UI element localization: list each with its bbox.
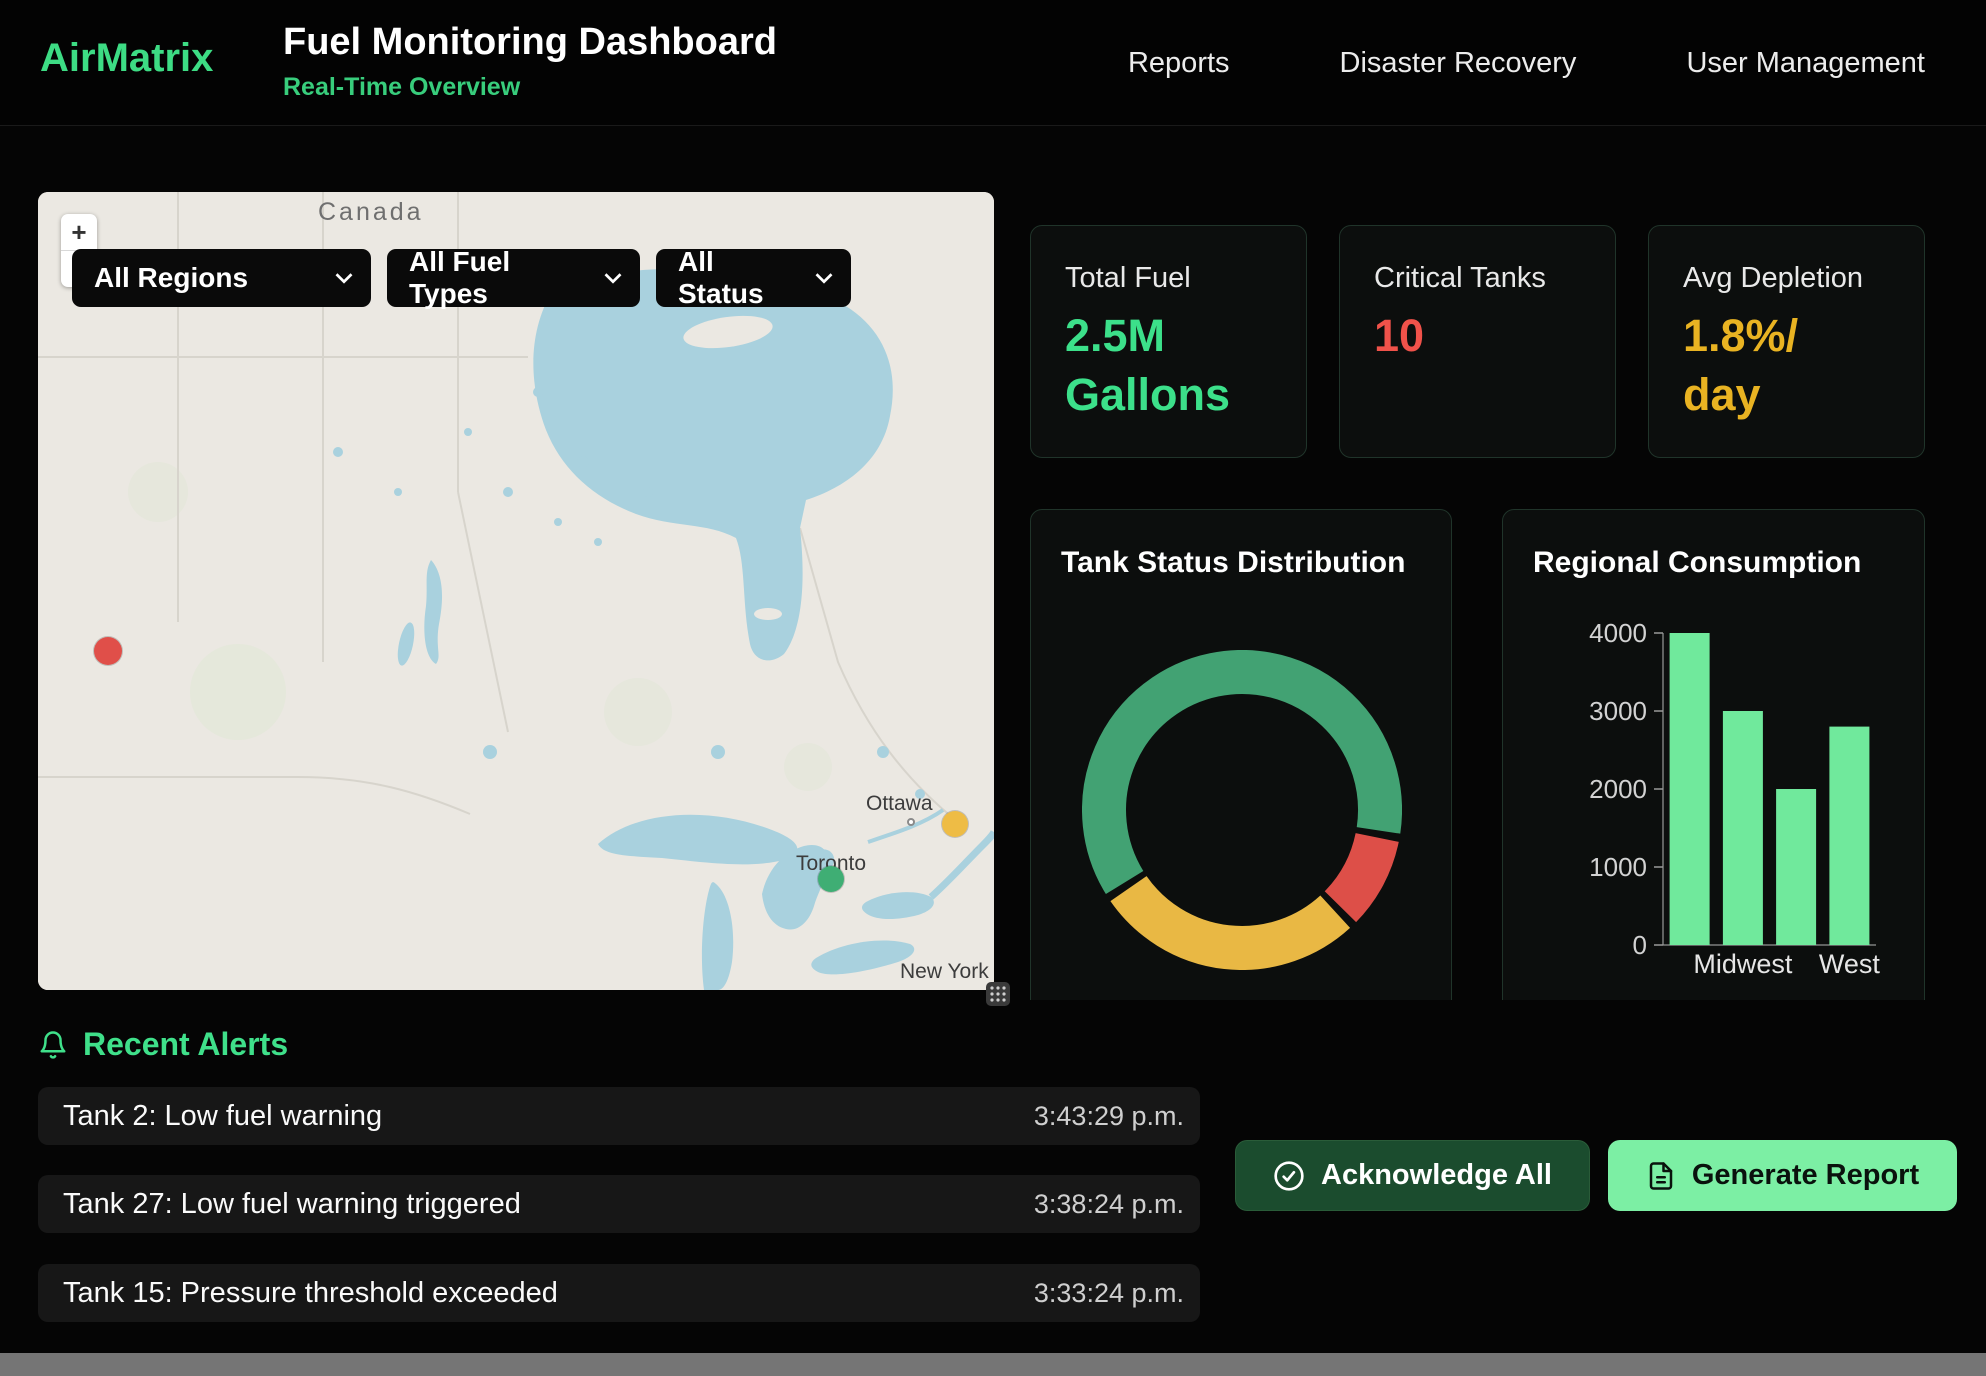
recent-alerts-heading: Recent Alerts bbox=[38, 1026, 288, 1063]
fuel-type-filter-value: All Fuel Types bbox=[409, 246, 588, 310]
resize-handle-icon[interactable] bbox=[986, 982, 1010, 1006]
alert-row[interactable]: Tank 15: Pressure threshold exceeded 3:3… bbox=[38, 1264, 1200, 1322]
alert-message: Tank 2: Low fuel warning bbox=[63, 1100, 382, 1133]
app-root: AirMatrix Fuel Monitoring Dashboard Real… bbox=[0, 0, 1986, 1376]
recent-alerts-title: Recent Alerts bbox=[83, 1026, 288, 1063]
map-label-new-york: New York bbox=[900, 960, 989, 984]
avg-depletion-value: 1.8%/​day bbox=[1683, 307, 1873, 424]
title-block: Fuel Monitoring Dashboard Real-Time Over… bbox=[283, 20, 777, 102]
y-tick-label: 0 bbox=[1633, 930, 1647, 960]
zoom-in-button[interactable]: + bbox=[61, 214, 97, 250]
nav-disaster-recovery[interactable]: Disaster Recovery bbox=[1340, 47, 1577, 80]
alert-row[interactable]: Tank 27: Low fuel warning triggered 3:38… bbox=[38, 1175, 1200, 1233]
recent-alerts-section: Recent Alerts Tank 2: Low fuel warning 3… bbox=[0, 1000, 1986, 1376]
bar-3 bbox=[1829, 727, 1869, 945]
generate-report-button[interactable]: Generate Report bbox=[1608, 1140, 1957, 1211]
acknowledge-all-button[interactable]: Acknowledge All bbox=[1235, 1140, 1590, 1211]
total-fuel-value: 2.5M Gallons bbox=[1065, 307, 1255, 424]
chart-cards: Tank Status Distribution Regional Consum… bbox=[1030, 509, 1925, 1069]
regional-consumption-card: Regional Consumption 0 1000 2000 3000 4000 Mi… bbox=[1502, 509, 1925, 1069]
document-icon bbox=[1646, 1161, 1676, 1191]
chart-title: Tank Status Distribution bbox=[1061, 546, 1405, 580]
critical-tank-marker[interactable] bbox=[94, 637, 122, 665]
y-tick-label: 3000 bbox=[1589, 696, 1647, 726]
page-subtitle: Real-Time Overview bbox=[283, 73, 777, 102]
avg-depletion-card: Avg Depletion 1.8%/​day bbox=[1648, 225, 1925, 458]
chevron-down-icon bbox=[319, 272, 353, 284]
nav-user-management[interactable]: User Management bbox=[1686, 47, 1925, 80]
bar-0 bbox=[1670, 633, 1710, 945]
chart-title: Regional Consumption bbox=[1533, 546, 1861, 580]
region-filter-value: All Regions bbox=[94, 262, 248, 294]
check-circle-icon bbox=[1273, 1160, 1305, 1192]
donut-slice-warning bbox=[1129, 889, 1336, 948]
critical-tanks-value: 10 bbox=[1374, 307, 1564, 366]
total-fuel-card: Total Fuel 2.5M Gallons bbox=[1030, 225, 1307, 458]
page-title: Fuel Monitoring Dashboard bbox=[283, 20, 777, 66]
stat-label: Avg Depletion bbox=[1683, 262, 1894, 295]
map-filter-bar: All Regions All Fuel Types All Status bbox=[72, 249, 851, 307]
main-nav: Reports Disaster Recovery User Managemen… bbox=[1128, 0, 1925, 126]
chevron-down-icon bbox=[799, 272, 833, 284]
tank-status-card: Tank Status Distribution bbox=[1030, 509, 1452, 1069]
horizontal-scrollbar[interactable] bbox=[0, 1353, 1986, 1376]
status-filter-value: All Status bbox=[678, 246, 799, 310]
fuel-type-filter-dropdown[interactable]: All Fuel Types bbox=[387, 249, 640, 307]
ottawa-city-dot bbox=[907, 818, 915, 826]
generate-report-label: Generate Report bbox=[1692, 1159, 1919, 1192]
y-tick-label: 1000 bbox=[1589, 852, 1647, 882]
alert-timestamp: 3:43:29 p.m. bbox=[1034, 1101, 1184, 1132]
x-category-label: West bbox=[1819, 949, 1881, 979]
bar-2 bbox=[1776, 789, 1816, 945]
stat-label: Total Fuel bbox=[1065, 262, 1276, 295]
warning-tank-marker[interactable] bbox=[942, 811, 968, 837]
tank-status-donut-chart bbox=[1082, 650, 1402, 970]
status-filter-dropdown[interactable]: All Status bbox=[656, 249, 851, 307]
header: AirMatrix Fuel Monitoring Dashboard Real… bbox=[0, 0, 1986, 126]
bar-1 bbox=[1723, 711, 1763, 945]
nav-reports[interactable]: Reports bbox=[1128, 47, 1230, 80]
regional-consumption-bar-chart: 0 1000 2000 3000 4000 Midwest West bbox=[1503, 620, 1926, 1000]
alert-message: Tank 27: Low fuel warning triggered bbox=[63, 1188, 521, 1221]
stat-cards: Total Fuel 2.5M Gallons Critical Tanks 1… bbox=[1030, 225, 1925, 458]
donut-slice-normal bbox=[1104, 672, 1380, 883]
donut-slice-critical bbox=[1340, 838, 1377, 907]
map-label-canada: Canada bbox=[318, 198, 424, 227]
map-label-ottawa: Ottawa bbox=[866, 792, 933, 816]
alert-timestamp: 3:33:24 p.m. bbox=[1034, 1278, 1184, 1309]
critical-tanks-card: Critical Tanks 10 bbox=[1339, 225, 1616, 458]
alert-timestamp: 3:38:24 p.m. bbox=[1034, 1189, 1184, 1220]
chevron-down-icon bbox=[588, 272, 622, 284]
brand-logo[interactable]: AirMatrix bbox=[40, 36, 213, 81]
bell-icon bbox=[38, 1030, 68, 1060]
normal-tank-marker[interactable] bbox=[818, 866, 844, 892]
alert-message: Tank 15: Pressure threshold exceeded bbox=[63, 1277, 558, 1310]
stat-label: Critical Tanks bbox=[1374, 262, 1585, 295]
map-panel[interactable]: Canada Ottawa Toronto New York + − All R… bbox=[38, 192, 994, 990]
region-filter-dropdown[interactable]: All Regions bbox=[72, 249, 371, 307]
y-tick-label: 2000 bbox=[1589, 774, 1647, 804]
alert-row[interactable]: Tank 2: Low fuel warning 3:43:29 p.m. bbox=[38, 1087, 1200, 1145]
y-tick-label: 4000 bbox=[1589, 620, 1647, 648]
x-category-label: Midwest bbox=[1693, 949, 1793, 979]
acknowledge-all-label: Acknowledge All bbox=[1321, 1159, 1552, 1192]
